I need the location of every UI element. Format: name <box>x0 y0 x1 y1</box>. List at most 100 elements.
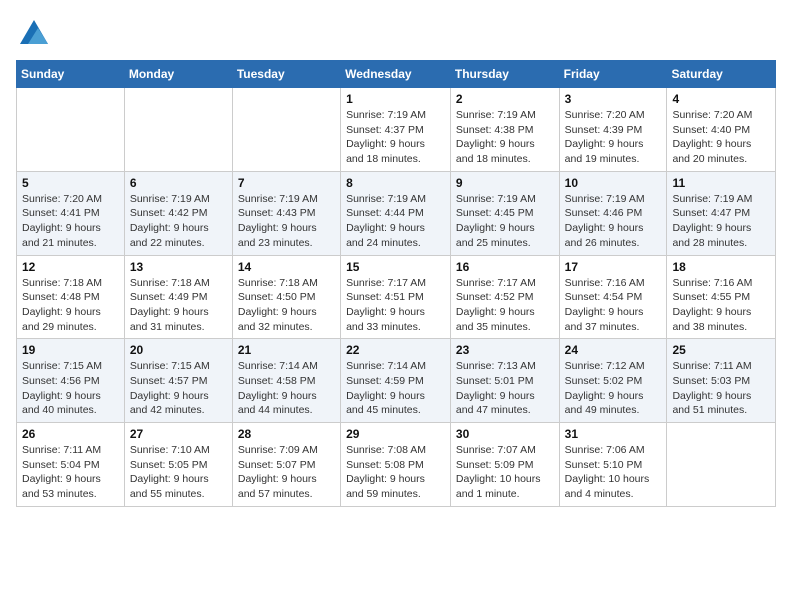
day-info: Sunrise: 7:18 AM Sunset: 4:50 PM Dayligh… <box>238 276 335 335</box>
day-info: Sunrise: 7:12 AM Sunset: 5:02 PM Dayligh… <box>565 359 662 418</box>
day-number: 2 <box>456 92 554 106</box>
day-number: 26 <box>22 427 119 441</box>
day-info: Sunrise: 7:16 AM Sunset: 4:55 PM Dayligh… <box>672 276 770 335</box>
weekday-header-row: SundayMondayTuesdayWednesdayThursdayFrid… <box>17 61 776 88</box>
day-number: 5 <box>22 176 119 190</box>
day-cell: 29 Sunrise: 7:08 AM Sunset: 5:08 PM Dayli… <box>341 423 451 507</box>
logo <box>16 16 56 52</box>
day-info: Sunrise: 7:20 AM Sunset: 4:40 PM Dayligh… <box>672 108 770 167</box>
day-cell: 25Sunrise: 7:11 AM Sunset: 5:03 PM Dayli… <box>667 339 776 423</box>
day-number: 28 <box>238 427 335 441</box>
day-cell <box>124 88 232 172</box>
weekday-header-tuesday: Tuesday <box>232 61 340 88</box>
weekday-header-friday: Friday <box>559 61 667 88</box>
day-cell: 15 Sunrise: 7:17 AM Sunset: 4:51 PM Dayli… <box>341 255 451 339</box>
day-info: Sunrise: 7:20 AM Sunset: 4:39 PM Dayligh… <box>565 108 662 167</box>
day-number: 23 <box>456 343 554 357</box>
day-info: Sunrise: 7:14 AM Sunset: 4:59 PM Dayligh… <box>346 359 445 418</box>
day-info: Sunrise: 7:16 AM Sunset: 4:54 PM Dayligh… <box>565 276 662 335</box>
day-number: 22 <box>346 343 445 357</box>
day-cell: 2Sunrise: 7:19 AM Sunset: 4:38 PM Daylig… <box>450 88 559 172</box>
day-info: Sunrise: 7:09 AM Sunset: 5:07 PM Dayligh… <box>238 443 335 502</box>
day-cell <box>17 88 125 172</box>
weekday-header-sunday: Sunday <box>17 61 125 88</box>
logo-icon <box>16 16 52 52</box>
day-cell: 16 Sunrise: 7:17 AM Sunset: 4:52 PM Dayli… <box>450 255 559 339</box>
day-info: Sunrise: 7:19 AM Sunset: 4:46 PM Dayligh… <box>565 192 662 251</box>
day-number: 16 <box>456 260 554 274</box>
day-number: 21 <box>238 343 335 357</box>
day-info: Sunrise: 7:06 AM Sunset: 5:10 PM Dayligh… <box>565 443 662 502</box>
day-number: 27 <box>130 427 227 441</box>
day-cell: 19Sunrise: 7:15 AM Sunset: 4:56 PM Dayli… <box>17 339 125 423</box>
week-row-3: 12Sunrise: 7:18 AM Sunset: 4:48 PM Dayli… <box>17 255 776 339</box>
day-number: 10 <box>565 176 662 190</box>
day-info: Sunrise: 7:17 AM Sunset: 4:52 PM Dayligh… <box>456 276 554 335</box>
day-number: 9 <box>456 176 554 190</box>
day-cell: 31 Sunrise: 7:06 AM Sunset: 5:10 PM Dayli… <box>559 423 667 507</box>
day-cell: 18 Sunrise: 7:16 AM Sunset: 4:55 PM Dayli… <box>667 255 776 339</box>
day-info: Sunrise: 7:10 AM Sunset: 5:05 PM Dayligh… <box>130 443 227 502</box>
day-number: 3 <box>565 92 662 106</box>
week-row-1: 1Sunrise: 7:19 AM Sunset: 4:37 PM Daylig… <box>17 88 776 172</box>
day-cell: 12Sunrise: 7:18 AM Sunset: 4:48 PM Dayli… <box>17 255 125 339</box>
day-info: Sunrise: 7:19 AM Sunset: 4:45 PM Dayligh… <box>456 192 554 251</box>
week-row-5: 26 Sunrise: 7:11 AM Sunset: 5:04 PM Dayli… <box>17 423 776 507</box>
day-cell: 20 Sunrise: 7:15 AM Sunset: 4:57 PM Dayli… <box>124 339 232 423</box>
day-info: Sunrise: 7:07 AM Sunset: 5:09 PM Dayligh… <box>456 443 554 502</box>
day-number: 18 <box>672 260 770 274</box>
day-cell: 27 Sunrise: 7:10 AM Sunset: 5:05 PM Dayli… <box>124 423 232 507</box>
week-row-2: 5 Sunrise: 7:20 AM Sunset: 4:41 PM Daylig… <box>17 171 776 255</box>
day-info: Sunrise: 7:15 AM Sunset: 4:57 PM Dayligh… <box>130 359 227 418</box>
day-info: Sunrise: 7:18 AM Sunset: 4:48 PM Dayligh… <box>22 276 119 335</box>
weekday-header-wednesday: Wednesday <box>341 61 451 88</box>
day-number: 8 <box>346 176 445 190</box>
day-cell: 3 Sunrise: 7:20 AM Sunset: 4:39 PM Daylig… <box>559 88 667 172</box>
day-info: Sunrise: 7:08 AM Sunset: 5:08 PM Dayligh… <box>346 443 445 502</box>
day-cell: 5 Sunrise: 7:20 AM Sunset: 4:41 PM Daylig… <box>17 171 125 255</box>
week-row-4: 19Sunrise: 7:15 AM Sunset: 4:56 PM Dayli… <box>17 339 776 423</box>
day-info: Sunrise: 7:20 AM Sunset: 4:41 PM Dayligh… <box>22 192 119 251</box>
day-cell: 24 Sunrise: 7:12 AM Sunset: 5:02 PM Dayli… <box>559 339 667 423</box>
day-number: 4 <box>672 92 770 106</box>
day-cell: 30 Sunrise: 7:07 AM Sunset: 5:09 PM Dayli… <box>450 423 559 507</box>
day-info: Sunrise: 7:19 AM Sunset: 4:43 PM Dayligh… <box>238 192 335 251</box>
day-cell: 21 Sunrise: 7:14 AM Sunset: 4:58 PM Dayli… <box>232 339 340 423</box>
day-cell: 4 Sunrise: 7:20 AM Sunset: 4:40 PM Daylig… <box>667 88 776 172</box>
weekday-header-thursday: Thursday <box>450 61 559 88</box>
day-cell: 8Sunrise: 7:19 AM Sunset: 4:44 PM Daylig… <box>341 171 451 255</box>
day-number: 7 <box>238 176 335 190</box>
day-cell: 11 Sunrise: 7:19 AM Sunset: 4:47 PM Dayli… <box>667 171 776 255</box>
day-info: Sunrise: 7:14 AM Sunset: 4:58 PM Dayligh… <box>238 359 335 418</box>
weekday-header-saturday: Saturday <box>667 61 776 88</box>
day-number: 6 <box>130 176 227 190</box>
day-cell: 17Sunrise: 7:16 AM Sunset: 4:54 PM Dayli… <box>559 255 667 339</box>
day-cell: 6 Sunrise: 7:19 AM Sunset: 4:42 PM Daylig… <box>124 171 232 255</box>
day-number: 31 <box>565 427 662 441</box>
day-info: Sunrise: 7:17 AM Sunset: 4:51 PM Dayligh… <box>346 276 445 335</box>
day-cell: 22 Sunrise: 7:14 AM Sunset: 4:59 PM Dayli… <box>341 339 451 423</box>
day-info: Sunrise: 7:15 AM Sunset: 4:56 PM Dayligh… <box>22 359 119 418</box>
day-number: 25 <box>672 343 770 357</box>
day-cell: 13Sunrise: 7:18 AM Sunset: 4:49 PM Dayli… <box>124 255 232 339</box>
day-cell: 10 Sunrise: 7:19 AM Sunset: 4:46 PM Dayli… <box>559 171 667 255</box>
day-number: 15 <box>346 260 445 274</box>
calendar-table: SundayMondayTuesdayWednesdayThursdayFrid… <box>16 60 776 507</box>
day-cell: 26 Sunrise: 7:11 AM Sunset: 5:04 PM Dayli… <box>17 423 125 507</box>
day-number: 11 <box>672 176 770 190</box>
day-cell: 23 Sunrise: 7:13 AM Sunset: 5:01 PM Dayli… <box>450 339 559 423</box>
day-info: Sunrise: 7:19 AM Sunset: 4:37 PM Dayligh… <box>346 108 445 167</box>
day-info: Sunrise: 7:13 AM Sunset: 5:01 PM Dayligh… <box>456 359 554 418</box>
weekday-header-monday: Monday <box>124 61 232 88</box>
day-number: 20 <box>130 343 227 357</box>
day-number: 13 <box>130 260 227 274</box>
day-cell: 9 Sunrise: 7:19 AM Sunset: 4:45 PM Daylig… <box>450 171 559 255</box>
day-number: 24 <box>565 343 662 357</box>
day-info: Sunrise: 7:19 AM Sunset: 4:47 PM Dayligh… <box>672 192 770 251</box>
day-cell <box>232 88 340 172</box>
day-info: Sunrise: 7:11 AM Sunset: 5:04 PM Dayligh… <box>22 443 119 502</box>
day-number: 30 <box>456 427 554 441</box>
day-cell: 14Sunrise: 7:18 AM Sunset: 4:50 PM Dayli… <box>232 255 340 339</box>
day-info: Sunrise: 7:19 AM Sunset: 4:42 PM Dayligh… <box>130 192 227 251</box>
day-number: 29 <box>346 427 445 441</box>
